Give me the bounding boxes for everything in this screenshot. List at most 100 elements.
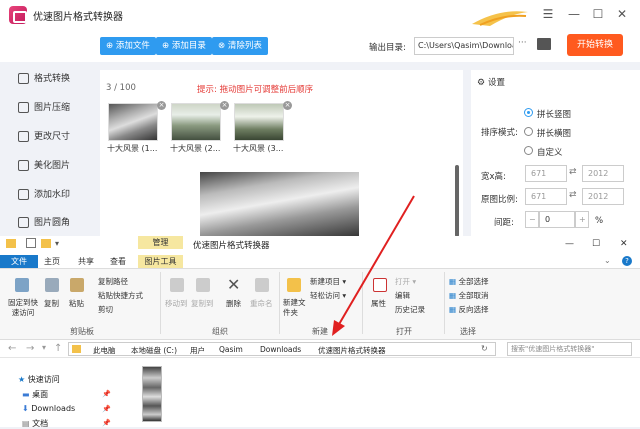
sidebar-item-format-convert[interactable]: 格式转换 <box>18 70 70 88</box>
manage-tab[interactable]: 管理 <box>138 236 183 249</box>
add-file-button[interactable]: ⊕ 添加文件 <box>100 37 156 55</box>
copy-path-button[interactable]: 复制路径 <box>98 276 128 287</box>
image-thumbnail[interactable] <box>171 103 221 141</box>
edit-button[interactable]: 编辑 <box>395 290 410 301</box>
move-to-button[interactable]: 移动到 <box>165 298 188 309</box>
search-input[interactable]: 搜索"优速图片格式转换器" <box>507 342 632 356</box>
swap-icon[interactable]: ⇄ <box>569 190 577 200</box>
new-item-button[interactable]: 新建项目 ▾ <box>310 276 346 287</box>
nav-downloads[interactable]: ⬇ Downloads <box>22 404 75 413</box>
explorer-maximize-button[interactable]: ☐ <box>592 239 600 249</box>
copy-button[interactable]: 复制 <box>44 298 59 309</box>
new-folder-qat-icon[interactable] <box>41 239 51 248</box>
tab-home[interactable]: 主页 <box>44 256 60 267</box>
copy-to-button[interactable]: 复制到 <box>191 298 214 309</box>
refresh-icon[interactable]: ↻ <box>481 344 488 353</box>
app-logo <box>9 6 27 24</box>
qat-dropdown-icon[interactable]: ▾ <box>55 239 59 248</box>
open-button[interactable]: 打开 ▾ <box>395 276 416 287</box>
explorer-close-button[interactable]: ✕ <box>620 239 628 249</box>
back-icon[interactable]: ← <box>8 343 16 354</box>
group-new-label: 新建 <box>312 327 328 336</box>
start-convert-button[interactable]: 开始转换 <box>567 34 623 56</box>
select-none-label: 全部取消 <box>458 291 489 300</box>
remove-image-icon[interactable]: × <box>220 101 229 110</box>
remove-image-icon[interactable]: × <box>157 101 166 110</box>
group-clipboard-label: 剪贴板 <box>70 327 94 336</box>
properties-button[interactable]: 属性 <box>371 298 386 309</box>
layout-option-label: 自定义 <box>537 148 563 158</box>
layout-radio-horizontal[interactable] <box>524 127 533 136</box>
nav-item-label: Downloads <box>31 404 76 413</box>
nav-desktop[interactable]: ▬ 桌面 <box>22 389 48 400</box>
more-button[interactable]: ··· <box>518 38 527 48</box>
history-button[interactable]: 历史记录 <box>395 304 425 315</box>
paste-button[interactable]: 粘贴 <box>69 298 84 309</box>
clear-list-button[interactable]: ⊗ 清除列表 <box>212 37 268 55</box>
image-count: 3 / 100 <box>106 83 136 93</box>
image-thumbnail[interactable] <box>234 103 284 141</box>
layout-radio-vertical[interactable] <box>524 108 533 117</box>
pin-quick-access-button[interactable]: 固定到快速访问 <box>6 298 40 318</box>
folder-icon[interactable] <box>537 38 551 50</box>
output-dir-input[interactable]: C:\Users\Qasim\Downloads <box>414 37 514 55</box>
tab-share[interactable]: 共享 <box>78 256 94 267</box>
help-icon[interactable]: ? <box>622 256 632 266</box>
width-input[interactable]: 671 <box>525 165 567 182</box>
nav-quick-access[interactable]: ★ 快速访问 <box>18 374 60 385</box>
image-thumbnail[interactable] <box>108 103 158 141</box>
recent-dropdown-icon[interactable]: ▾ <box>42 343 46 352</box>
breadcrumb[interactable]: Qasim <box>219 345 243 354</box>
ribbon-divider <box>279 272 280 334</box>
cut-button[interactable]: 剪切 <box>98 304 113 315</box>
tab-view[interactable]: 查看 <box>110 256 126 267</box>
gap-input[interactable]: 0 <box>539 211 575 228</box>
breadcrumb[interactable]: 此电脑 <box>93 345 116 356</box>
tab-file[interactable]: 文件 <box>0 255 38 268</box>
invert-selection-button[interactable]: ▦ 反向选择 <box>449 304 488 315</box>
folder-icon <box>72 345 81 353</box>
height-input[interactable]: 2012 <box>582 165 624 182</box>
file-thumbnail[interactable] <box>142 366 162 422</box>
explorer-minimize-button[interactable]: — <box>565 239 574 249</box>
delete-button[interactable]: 删除 <box>226 298 241 309</box>
breadcrumb[interactable]: Downloads <box>260 345 301 354</box>
nav-documents[interactable]: ▤ 文档 <box>22 418 48 429</box>
sidebar-item-compress[interactable]: 图片压缩 <box>18 99 70 117</box>
breadcrumb[interactable]: 本地磁盘 (C:) <box>131 345 177 356</box>
star-icon: ★ <box>18 375 28 384</box>
link-icon[interactable]: ⇄ <box>569 167 577 177</box>
paste-shortcut-button[interactable]: 粘贴快捷方式 <box>98 290 143 301</box>
ribbon-divider <box>160 272 161 334</box>
sidebar-item-round-corner[interactable]: 图片圆角 <box>18 214 70 232</box>
gap-minus-button[interactable]: − <box>525 211 539 228</box>
rename-button[interactable]: 重命名 <box>250 298 273 309</box>
resize-icon <box>18 131 29 142</box>
layout-radio-custom[interactable] <box>524 146 533 155</box>
close-button[interactable]: ✕ <box>614 6 630 22</box>
settings-title: 设置 <box>487 78 505 88</box>
properties-qat-icon[interactable] <box>26 238 36 248</box>
ribbon-collapse-icon[interactable]: ⌄ <box>604 256 611 265</box>
easy-access-button[interactable]: 轻松访问 ▾ <box>310 290 346 301</box>
breadcrumb[interactable]: 用户 <box>190 345 205 356</box>
tab-picture-tools[interactable]: 图片工具 <box>138 255 183 268</box>
forward-icon[interactable]: → <box>26 343 34 354</box>
select-none-button[interactable]: ▦ 全部取消 <box>449 290 488 301</box>
new-folder-button[interactable]: 新建文件夹 <box>283 298 309 318</box>
sidebar-item-beautify[interactable]: 美化图片 <box>18 157 70 175</box>
group-organize-label: 组织 <box>212 327 228 336</box>
menu-button[interactable]: ☰ <box>540 6 556 22</box>
sidebar-item-watermark[interactable]: 添加水印 <box>18 186 70 204</box>
sidebar-item-resize[interactable]: 更改尺寸 <box>18 128 70 146</box>
explorer-title: 优速图片格式转换器 <box>193 241 270 251</box>
up-icon[interactable]: ↑ <box>54 343 62 354</box>
preview-scrollbar[interactable] <box>455 165 459 237</box>
minimize-button[interactable]: — <box>566 6 582 22</box>
maximize-button[interactable]: ☐ <box>590 6 606 22</box>
select-all-button[interactable]: ▦ 全部选择 <box>449 276 488 287</box>
remove-image-icon[interactable]: × <box>283 101 292 110</box>
breadcrumb[interactable]: 优速图片格式转换器 <box>318 345 386 356</box>
gap-plus-button[interactable]: + <box>575 211 589 228</box>
add-dir-button[interactable]: ⊕ 添加目录 <box>156 37 212 55</box>
